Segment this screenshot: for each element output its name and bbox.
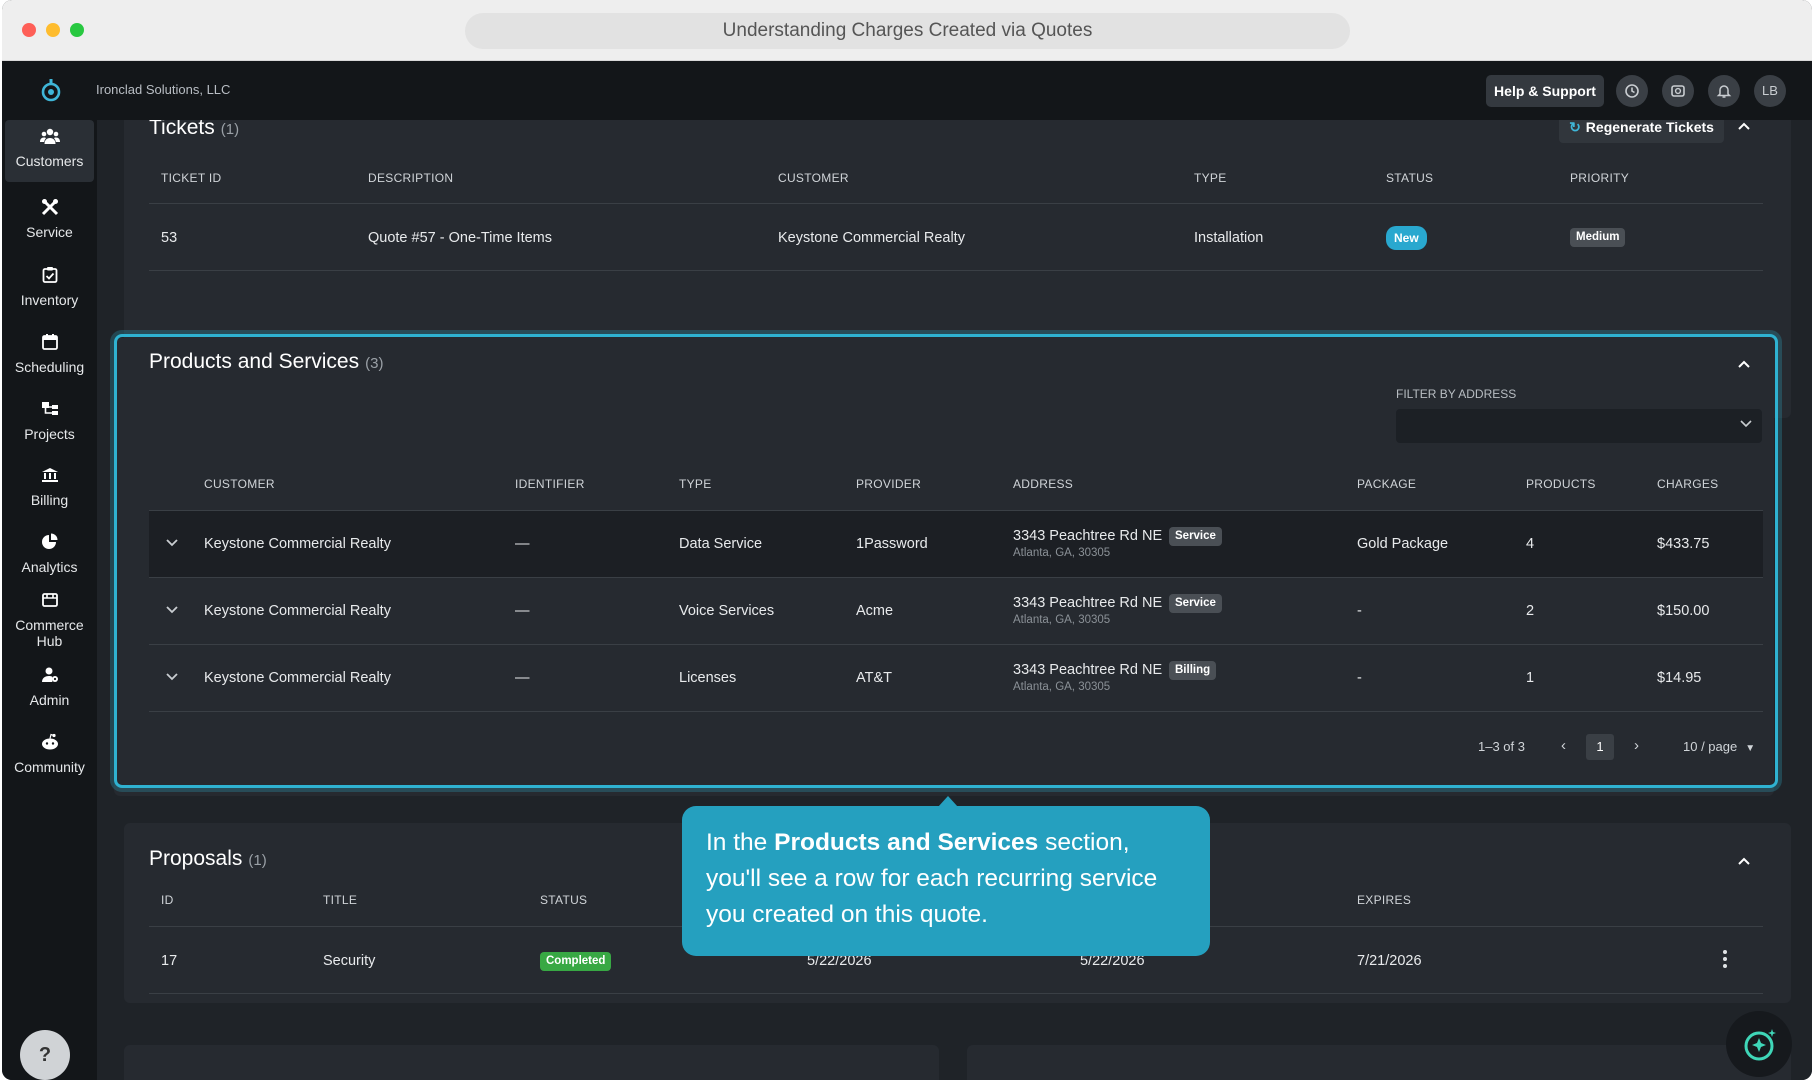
- sidebar-item-scheduling[interactable]: Scheduling: [5, 333, 94, 375]
- sidebar-item-label: Inventory: [20, 292, 79, 308]
- sidebar-item-admin[interactable]: Admin: [5, 666, 94, 708]
- analytics-icon: [5, 533, 94, 555]
- sidebar-item-projects[interactable]: Projects: [5, 400, 94, 442]
- sidebar-item-community[interactable]: Community: [5, 733, 94, 775]
- zoom-window-button[interactable]: [70, 23, 84, 37]
- tooltip-text-pre: In the: [706, 829, 775, 856]
- history-icon[interactable]: [1616, 75, 1648, 107]
- sidebar-nav: Customers Service Inventory Scheduling P…: [2, 120, 97, 1080]
- sidebar-item-label: Community: [14, 759, 85, 775]
- ticket-customer: Keystone Commercial Realty: [778, 230, 965, 246]
- sidebar-item-service[interactable]: Service: [5, 198, 94, 240]
- sidebar-item-label: Admin: [29, 692, 70, 708]
- sidebar-item-billing[interactable]: Billing: [5, 466, 94, 508]
- app-window: Understanding Charges Created via Quotes…: [2, 0, 1812, 1080]
- divider: [149, 993, 1763, 994]
- close-window-button[interactable]: [22, 23, 36, 37]
- ai-assistant-button[interactable]: [1726, 1011, 1792, 1077]
- service-icon: [5, 198, 94, 220]
- tickets-col-header: TYPE: [1194, 171, 1227, 185]
- minimize-window-button[interactable]: [46, 23, 60, 37]
- tickets-col-header: DESCRIPTION: [368, 171, 454, 185]
- proposals-collapse-chevron-up-icon[interactable]: [1736, 853, 1752, 869]
- sidebar-item-label: Customers: [15, 153, 84, 169]
- window-titlebar: Understanding Charges Created via Quotes: [2, 0, 1812, 61]
- community-icon: [5, 733, 94, 755]
- tickets-col-header: TICKET ID: [161, 171, 222, 185]
- proposals-section-title: Proposals (1): [149, 847, 267, 871]
- proposals-count: (1): [248, 852, 267, 869]
- row-actions-kebab-icon[interactable]: [1721, 949, 1729, 969]
- proposals-col-header: EXPIRES: [1357, 893, 1412, 907]
- walkthrough-tooltip: In the Products and Services section, yo…: [682, 806, 1210, 956]
- divider: [149, 203, 1763, 204]
- app-logo-icon[interactable]: [38, 77, 64, 103]
- proposal-id[interactable]: 17: [161, 953, 177, 969]
- window-title: Understanding Charges Created via Quotes: [465, 13, 1350, 49]
- notifications-bell-icon[interactable]: [1708, 75, 1740, 107]
- inventory-icon: [5, 266, 94, 288]
- proposals-col-header: TITLE: [323, 893, 358, 907]
- customers-icon: [5, 127, 94, 149]
- proposal-status-badge: Completed: [540, 952, 612, 971]
- tickets-count: (1): [220, 121, 240, 138]
- ticket-status-badge: New: [1386, 226, 1427, 250]
- organization-name: Ironclad Solutions, LLC: [96, 82, 231, 97]
- ticket-id[interactable]: 53: [161, 230, 177, 246]
- tickets-col-header: PRIORITY: [1570, 171, 1630, 185]
- ticket-type: Installation: [1194, 230, 1264, 246]
- user-avatar[interactable]: LB: [1754, 75, 1786, 107]
- commerce-hub-icon: [5, 591, 94, 613]
- proposals-col-header: ID: [161, 893, 174, 907]
- tickets-collapse-chevron-up-icon[interactable]: [1736, 120, 1752, 134]
- sidebar-item-label: Service: [26, 224, 73, 240]
- proposal-expires: 7/21/2026: [1357, 953, 1422, 969]
- assistant-sparkle-icon: [1744, 1029, 1776, 1061]
- divider: [149, 270, 1763, 271]
- sidebar-item-label: Billing: [30, 492, 69, 508]
- ticket-priority-badge: Medium: [1570, 228, 1626, 247]
- ticket-description[interactable]: Quote #57 - One-Time Items: [368, 230, 552, 246]
- sidebar-item-label: Commerce Hub: [15, 617, 84, 649]
- projects-icon: [5, 400, 94, 422]
- proposals-col-header: STATUS: [540, 893, 588, 907]
- admin-icon: [5, 666, 94, 688]
- refresh-icon: ↻: [1569, 120, 1581, 135]
- tooltip-text-bold: Products and Services: [774, 829, 1039, 856]
- tickets-section-title: Tickets (1): [149, 120, 239, 140]
- sidebar-item-inventory[interactable]: Inventory: [5, 266, 94, 308]
- help-question-button[interactable]: ?: [20, 1030, 70, 1080]
- proposal-title[interactable]: Security: [323, 953, 375, 969]
- regenerate-tickets-label: Regenerate Tickets: [1585, 120, 1714, 135]
- sidebar-item-label: Scheduling: [14, 359, 85, 375]
- billing-icon: [5, 466, 94, 488]
- screenshot-icon[interactable]: [1662, 75, 1694, 107]
- tickets-col-header: CUSTOMER: [778, 171, 849, 185]
- sidebar-item-customers[interactable]: Customers: [5, 120, 94, 182]
- lower-left-card: [124, 1045, 939, 1080]
- scheduling-icon: [5, 333, 94, 355]
- help-support-button[interactable]: Help & Support: [1486, 75, 1604, 107]
- proposals-title-text: Proposals: [149, 847, 243, 870]
- sidebar-item-label: Analytics: [21, 559, 78, 575]
- sidebar-item-commerce-hub[interactable]: Commerce Hub: [5, 591, 94, 649]
- top-nav: Ironclad Solutions, LLC Help & Support L…: [2, 61, 1812, 120]
- sidebar-item-analytics[interactable]: Analytics: [5, 533, 94, 575]
- tickets-col-header: STATUS: [1386, 171, 1434, 185]
- lower-right-card: [967, 1045, 1791, 1080]
- regenerate-tickets-button[interactable]: ↻ Regenerate Tickets: [1559, 120, 1724, 143]
- products-section-highlight: [114, 334, 1778, 788]
- tickets-title-text: Tickets: [149, 120, 215, 139]
- sidebar-item-label: Projects: [24, 426, 75, 442]
